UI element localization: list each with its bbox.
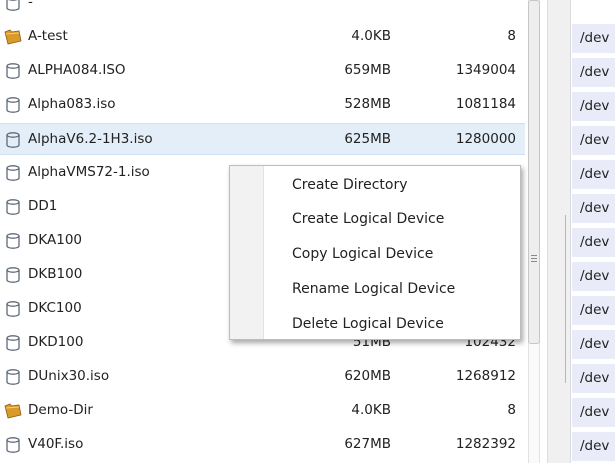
file-size: 627MB bbox=[344, 436, 391, 452]
file-size: 625MB bbox=[344, 131, 391, 147]
device-path: /dev bbox=[572, 194, 615, 223]
file-row[interactable]: ALPHA084.ISO 659MB 1349004 bbox=[0, 55, 525, 87]
file-name: Demo-Dir bbox=[28, 402, 93, 418]
file-name: DKD100 bbox=[28, 334, 84, 350]
device-path: /dev bbox=[572, 160, 615, 189]
file-row[interactable]: Demo-Dir 4.0KB 8 bbox=[0, 395, 525, 427]
device-path: /dev bbox=[572, 92, 615, 121]
file-blocks: 8 bbox=[507, 28, 516, 44]
file-row[interactable]: Alpha083.iso 528MB 1081184 bbox=[0, 89, 525, 121]
file-row[interactable]: A-test 4.0KB 8 bbox=[0, 21, 525, 53]
device-path-text: /dev bbox=[580, 370, 610, 386]
device-path: /dev bbox=[572, 126, 615, 155]
file-name: V40F.iso bbox=[28, 436, 84, 452]
file-name: DUnix30.iso bbox=[28, 368, 110, 384]
device-path-text: /dev bbox=[580, 438, 610, 454]
file-size: 528MB bbox=[344, 96, 391, 112]
scrollbar-grip[interactable] bbox=[531, 255, 537, 264]
file-row[interactable]: - bbox=[0, 0, 525, 19]
file-size: 659MB bbox=[344, 62, 391, 78]
disk-icon bbox=[4, 334, 22, 352]
menu-item-rename-logical-device[interactable]: Rename Logical Device bbox=[292, 281, 455, 297]
menu-item-create-logical-device[interactable]: Create Logical Device bbox=[292, 211, 444, 227]
menu-item-delete-logical-device[interactable]: Delete Logical Device bbox=[292, 316, 444, 332]
disk-icon bbox=[4, 131, 22, 149]
file-blocks: 1081184 bbox=[455, 96, 516, 112]
file-size: 4.0KB bbox=[351, 402, 391, 418]
disk-icon bbox=[4, 300, 22, 318]
device-path-text: /dev bbox=[580, 98, 610, 114]
file-size: 4.0KB bbox=[351, 28, 391, 44]
file-name: DKA100 bbox=[28, 232, 83, 248]
file-blocks: 1280000 bbox=[455, 131, 516, 147]
device-path-text: /dev bbox=[580, 404, 610, 420]
disk-icon bbox=[4, 232, 22, 250]
path-column: /dev/dev/dev/dev/dev/dev/dev/dev/dev/dev… bbox=[572, 0, 615, 463]
file-blocks: 1268912 bbox=[455, 368, 516, 384]
device-path: /dev bbox=[572, 364, 615, 393]
disk-icon bbox=[4, 368, 22, 386]
device-path: /dev bbox=[572, 330, 615, 359]
disk-icon bbox=[4, 62, 22, 80]
device-path: /dev bbox=[572, 262, 615, 291]
file-name: ALPHA084.ISO bbox=[28, 62, 126, 78]
file-name: DKB100 bbox=[28, 266, 83, 282]
disk-icon bbox=[4, 436, 22, 454]
file-name: DKC100 bbox=[28, 300, 82, 316]
disk-icon bbox=[4, 198, 22, 216]
device-path-text: /dev bbox=[580, 336, 610, 352]
file-row[interactable]: DUnix30.iso 620MB 1268912 bbox=[0, 361, 525, 393]
file-blocks: 1349004 bbox=[455, 62, 516, 78]
disk-icon bbox=[4, 164, 22, 182]
disk-icon bbox=[4, 266, 22, 284]
file-blocks: 8 bbox=[507, 402, 516, 418]
device-path-text: /dev bbox=[580, 30, 610, 46]
device-path-text: /dev bbox=[580, 268, 610, 284]
file-name: AlphaV6.2-1H3.iso bbox=[28, 131, 153, 147]
folder-icon bbox=[4, 402, 22, 420]
file-blocks: 1282392 bbox=[455, 436, 516, 452]
device-path-text: /dev bbox=[580, 234, 610, 250]
file-row[interactable]: AlphaV6.2-1H3.iso 625MB 1280000 bbox=[0, 123, 525, 155]
file-name: DD1 bbox=[28, 198, 58, 214]
file-size: 620MB bbox=[344, 368, 391, 384]
device-path-text: /dev bbox=[580, 200, 610, 216]
folder-icon bbox=[4, 28, 22, 46]
device-path: /dev bbox=[572, 58, 615, 87]
menu-item-copy-logical-device[interactable]: Copy Logical Device bbox=[292, 246, 433, 262]
device-path: /dev bbox=[572, 228, 615, 257]
device-path: /dev bbox=[572, 296, 615, 325]
device-path-text: /dev bbox=[580, 64, 610, 80]
file-name: AlphaVMS72-1.iso bbox=[28, 164, 150, 180]
context-menu: Create Directory Create Logical Device C… bbox=[229, 165, 521, 340]
disk-icon bbox=[4, 96, 22, 114]
pane-splitter-handle[interactable] bbox=[565, 215, 566, 383]
file-name: A-test bbox=[28, 28, 68, 44]
device-path-text: /dev bbox=[580, 132, 610, 148]
file-name: - bbox=[28, 0, 33, 10]
pane-splitter[interactable] bbox=[547, 0, 571, 463]
menu-item-create-directory[interactable]: Create Directory bbox=[292, 177, 408, 193]
file-row[interactable]: V40F.iso 627MB 1282392 bbox=[0, 429, 525, 461]
file-name: Alpha083.iso bbox=[28, 96, 116, 112]
disk-icon bbox=[4, 0, 22, 12]
scrollbar-thumb[interactable] bbox=[528, 0, 540, 344]
device-path: /dev bbox=[572, 24, 615, 53]
device-path: /dev bbox=[572, 398, 615, 427]
device-path: /dev bbox=[572, 432, 615, 461]
context-menu-gutter bbox=[230, 166, 264, 339]
device-path-text: /dev bbox=[580, 302, 610, 318]
device-path-text: /dev bbox=[580, 166, 610, 182]
